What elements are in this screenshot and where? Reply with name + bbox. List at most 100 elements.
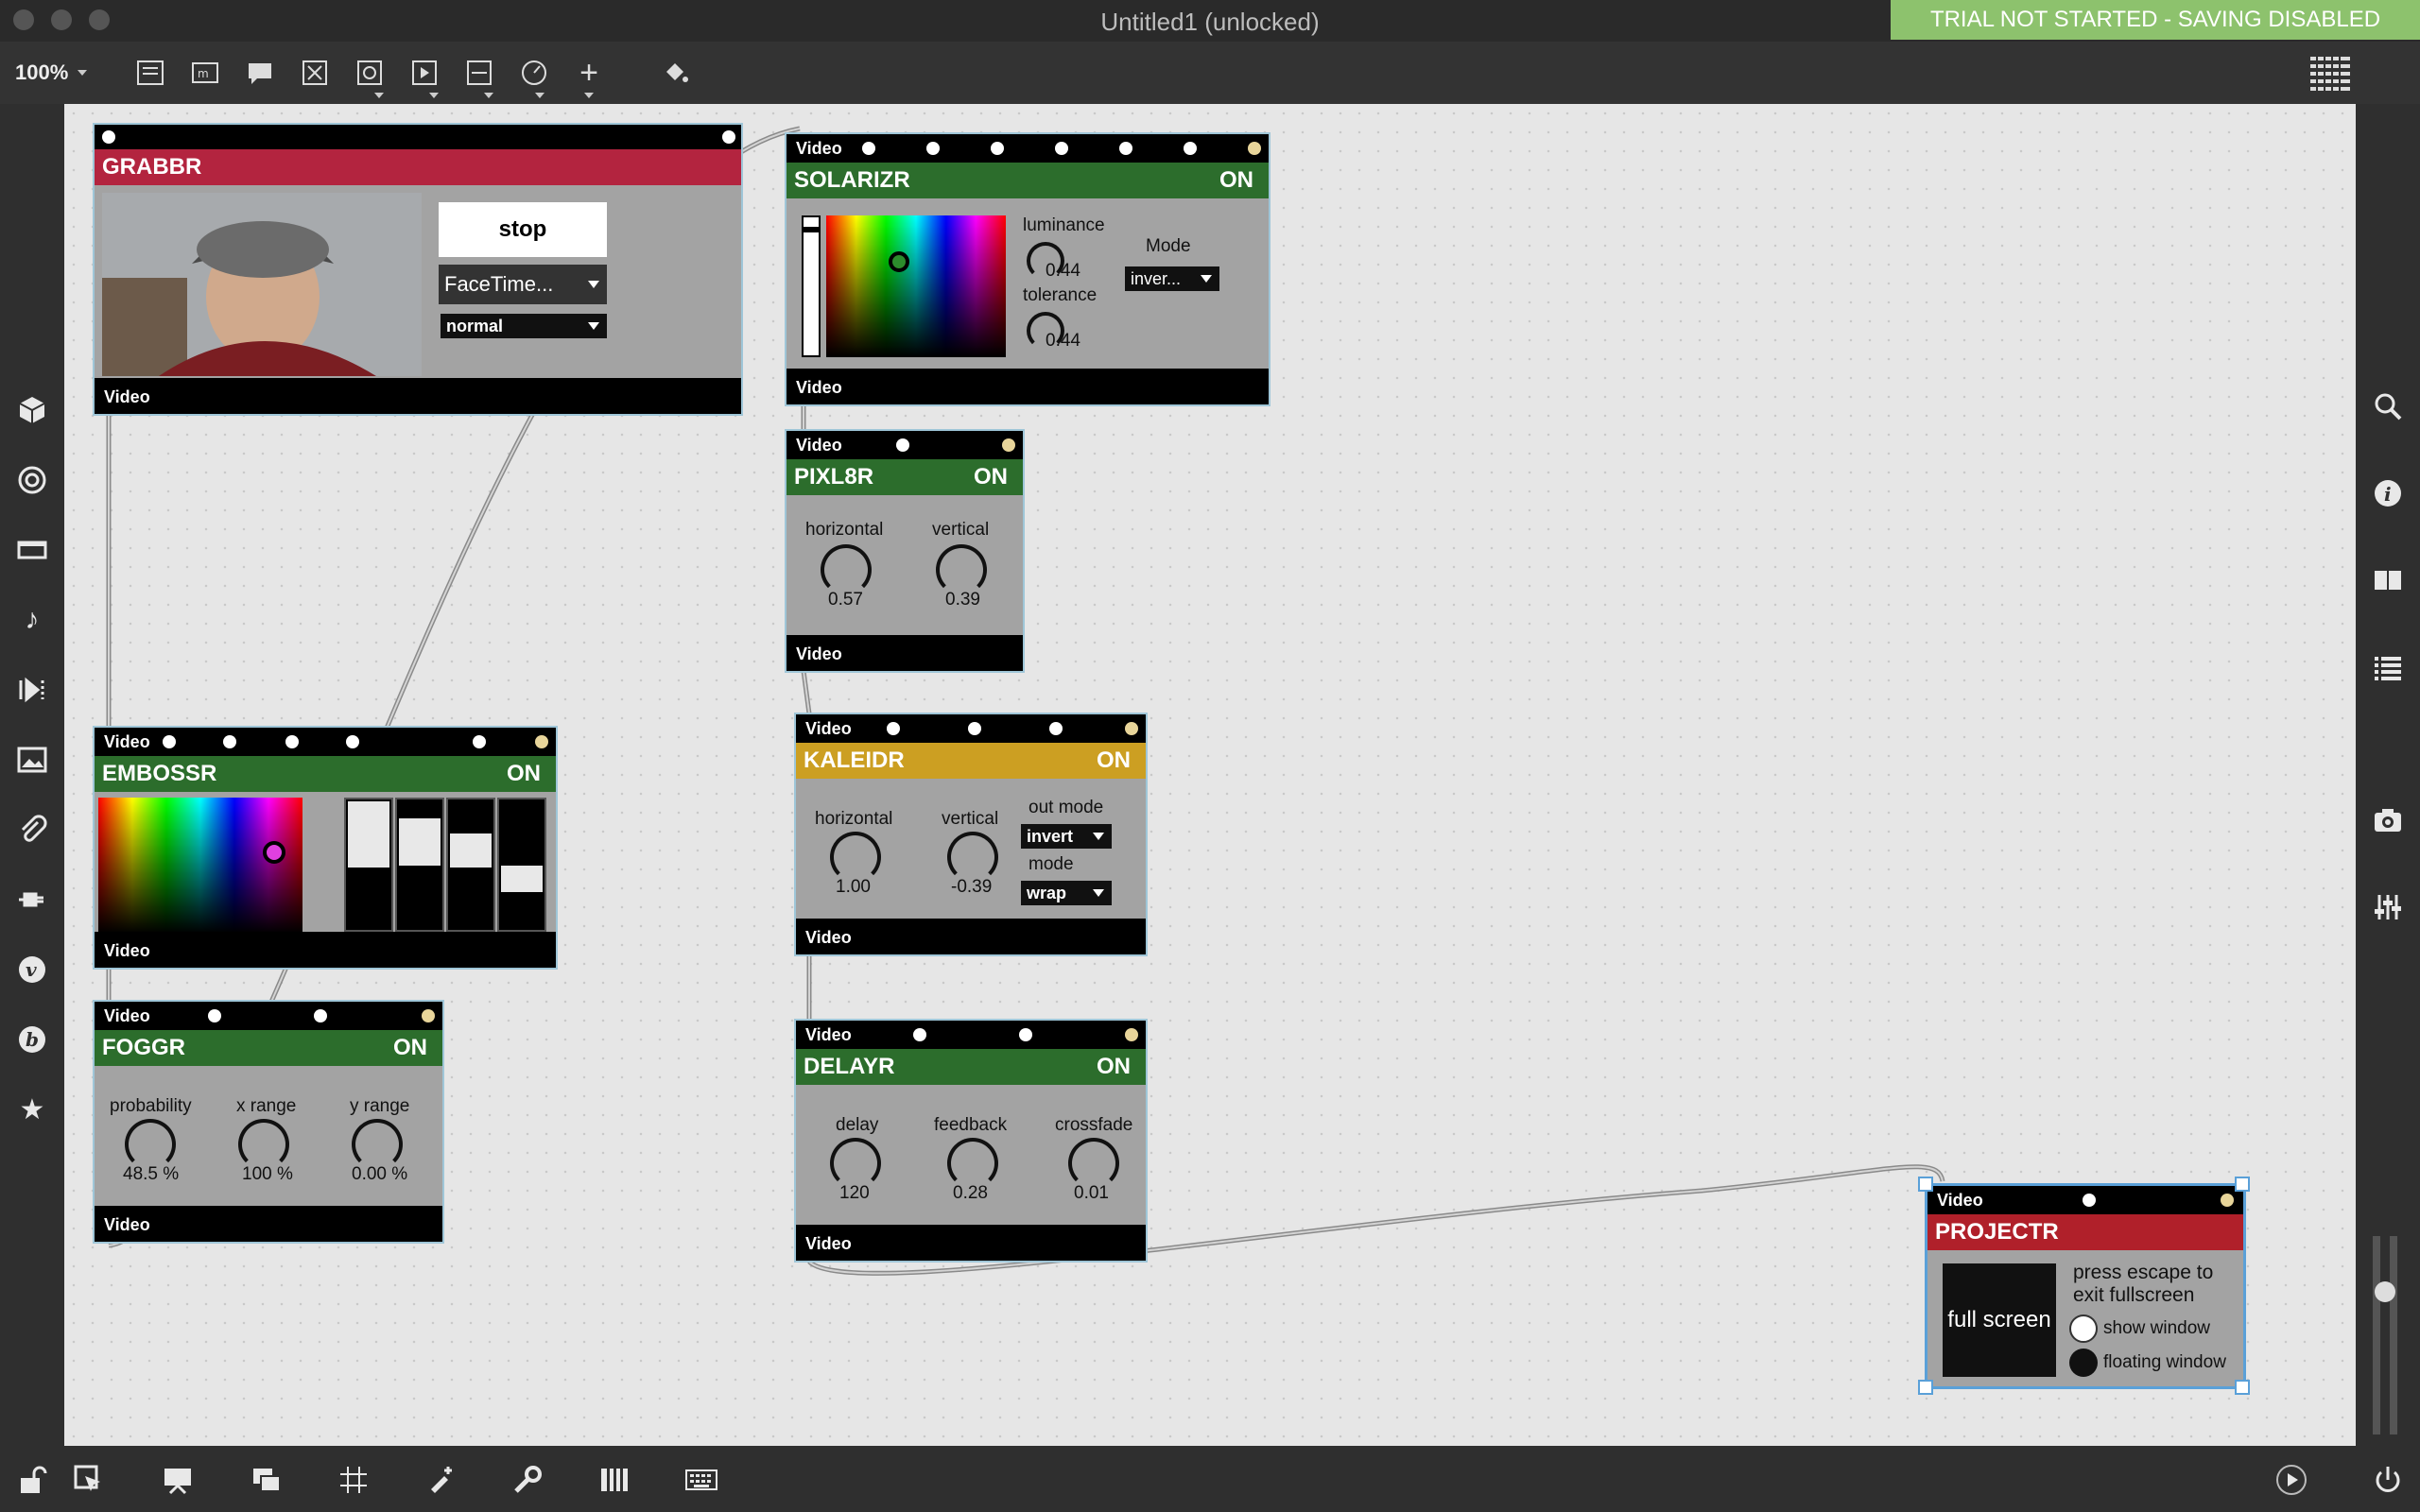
embossr-inlet[interactable] <box>535 735 548 748</box>
embossr-slider-1[interactable] <box>344 798 393 932</box>
pixl8r-vertical-label: vertical <box>932 520 990 540</box>
fullscreen-button[interactable]: full screen <box>1943 1263 2056 1377</box>
cursor-icon[interactable] <box>70 1461 108 1499</box>
projectr-inlet[interactable] <box>2221 1194 2234 1207</box>
solarizr-inlet[interactable] <box>1248 142 1261 155</box>
pixl8r-inlet[interactable] <box>1002 438 1015 452</box>
layers-icon[interactable] <box>248 1461 285 1499</box>
foggr-inlet[interactable] <box>208 1009 221 1022</box>
kaleidr-inlet[interactable] <box>887 722 900 735</box>
kaleidr-inlet[interactable] <box>1125 722 1138 735</box>
delay-dial[interactable] <box>830 1138 881 1189</box>
embossr-module[interactable]: Video EMBOSSR ON Video <box>93 726 558 970</box>
embossr-header: EMBOSSR ON <box>95 756 556 792</box>
kaleidr-vertical-dial[interactable] <box>947 832 998 883</box>
debug-icon[interactable] <box>422 1461 459 1499</box>
xrange-label: x range <box>236 1096 297 1116</box>
foggr-on-toggle[interactable]: ON <box>393 1035 427 1061</box>
pixl8r-vertical-dial[interactable] <box>936 544 987 595</box>
delay-label: delay <box>836 1115 879 1135</box>
solarizr-outlet-bar: Video <box>786 369 1269 404</box>
crossfade-dial[interactable] <box>1068 1138 1119 1189</box>
embossr-inlet-bar: Video <box>95 728 556 756</box>
solarizr-brightness-slider[interactable] <box>802 215 821 357</box>
kaleidr-horizontal-dial[interactable] <box>830 832 881 883</box>
solarizr-mode-menu[interactable]: inver... <box>1125 266 1219 291</box>
kaleidr-mode-label: mode <box>1028 854 1074 874</box>
pixl8r-on-toggle[interactable]: ON <box>974 464 1008 490</box>
floating-window-toggle[interactable] <box>2069 1349 2098 1377</box>
lock-icon[interactable] <box>13 1461 51 1499</box>
grid-snap-icon[interactable] <box>335 1461 372 1499</box>
embossr-inlet[interactable] <box>163 735 176 748</box>
kaleidr-mode-menu[interactable]: wrap <box>1021 881 1112 905</box>
delayr-inlet[interactable] <box>913 1028 926 1041</box>
solarizr-inlet[interactable] <box>862 142 875 155</box>
grabbr-inlet-bar <box>95 125 741 149</box>
out-mode-label: out mode <box>1028 798 1104 817</box>
embossr-slider-2[interactable] <box>395 798 444 932</box>
power-icon[interactable] <box>2369 1461 2407 1499</box>
solarizr-inlet[interactable] <box>926 142 940 155</box>
tolerance-value: 0.44 <box>1046 331 1080 351</box>
foggr-module[interactable]: Video FOGGR ON probability 48.5 % x rang… <box>93 1000 444 1244</box>
device-menu[interactable]: FaceTime... <box>439 265 607 304</box>
xrange-dial[interactable] <box>238 1119 289 1170</box>
pixl8r-module[interactable]: Video PIXL8R ON horizontal 0.57 vertical… <box>785 429 1025 673</box>
delayr-on-toggle[interactable]: ON <box>1097 1054 1131 1080</box>
solarizr-inlet[interactable] <box>991 142 1004 155</box>
grab-mode-label: normal <box>446 316 504 335</box>
resize-handle[interactable] <box>2235 1177 2250 1192</box>
presentation-icon[interactable] <box>159 1461 197 1499</box>
embossr-color-picker[interactable] <box>98 798 302 934</box>
probability-dial[interactable] <box>125 1119 176 1170</box>
grabbr-inlet[interactable] <box>102 130 115 144</box>
delayr-inlet[interactable] <box>1125 1028 1138 1041</box>
kaleidr-on-toggle[interactable]: ON <box>1097 747 1131 774</box>
pixl8r-inlet[interactable] <box>896 438 909 452</box>
solarizr-on-toggle[interactable]: ON <box>1219 167 1253 194</box>
kaleidr-module[interactable]: Video KALEIDR ON horizontal 1.00 vertica… <box>794 713 1148 956</box>
foggr-inlet[interactable] <box>314 1009 327 1022</box>
solarizr-inlet[interactable] <box>1184 142 1197 155</box>
grabbr-inlet[interactable] <box>722 130 735 144</box>
projectr-module[interactable]: Video PROJECTR full screen press escape … <box>1925 1183 2246 1389</box>
embossr-slider-3[interactable] <box>446 798 495 932</box>
projectr-inlet[interactable] <box>2083 1194 2096 1207</box>
foggr-inlet[interactable] <box>422 1009 435 1022</box>
keyboard-icon[interactable] <box>683 1461 720 1499</box>
kaleidr-inlet[interactable] <box>1049 722 1063 735</box>
resize-handle[interactable] <box>1918 1177 1933 1192</box>
feedback-dial[interactable] <box>947 1138 998 1189</box>
show-window-toggle[interactable] <box>2069 1314 2098 1343</box>
solarizr-color-picker[interactable] <box>826 215 1006 357</box>
resize-handle[interactable] <box>1918 1380 1933 1395</box>
solarizr-module[interactable]: Video SOLARIZR ON luminance 0.44 toleran… <box>785 132 1270 406</box>
solarizr-inlet[interactable] <box>1055 142 1068 155</box>
piano-icon[interactable] <box>596 1461 633 1499</box>
delayr-inlet[interactable] <box>1019 1028 1032 1041</box>
embossr-inlet[interactable] <box>473 735 486 748</box>
delayr-outlet-bar: Video <box>796 1225 1146 1261</box>
stop-button[interactable]: stop <box>439 202 607 257</box>
embossr-inlet[interactable] <box>223 735 236 748</box>
yrange-dial[interactable] <box>352 1119 403 1170</box>
transport-icon[interactable] <box>2273 1461 2310 1499</box>
foggr-title: FOGGR <box>102 1035 185 1060</box>
embossr-inlet[interactable] <box>285 735 299 748</box>
color-picker-handle[interactable] <box>889 251 909 272</box>
chevron-down-icon <box>1093 889 1104 897</box>
pixl8r-horizontal-dial[interactable] <box>821 544 872 595</box>
delayr-module[interactable]: Video DELAYR ON delay 120 feedback 0.28 … <box>794 1019 1148 1263</box>
embossr-inlet[interactable] <box>346 735 359 748</box>
embossr-on-toggle[interactable]: ON <box>507 761 541 787</box>
color-picker-handle[interactable] <box>263 841 285 864</box>
wrench-icon[interactable] <box>509 1461 546 1499</box>
grab-mode-menu[interactable]: normal <box>441 314 607 338</box>
kaleidr-inlet[interactable] <box>968 722 981 735</box>
grabbr-module[interactable]: GRABBR stop FaceTime... normal Video <box>93 123 743 416</box>
resize-handle[interactable] <box>2235 1380 2250 1395</box>
out-mode-menu[interactable]: invert <box>1021 824 1112 849</box>
solarizr-inlet[interactable] <box>1119 142 1132 155</box>
embossr-slider-4[interactable] <box>497 798 546 932</box>
